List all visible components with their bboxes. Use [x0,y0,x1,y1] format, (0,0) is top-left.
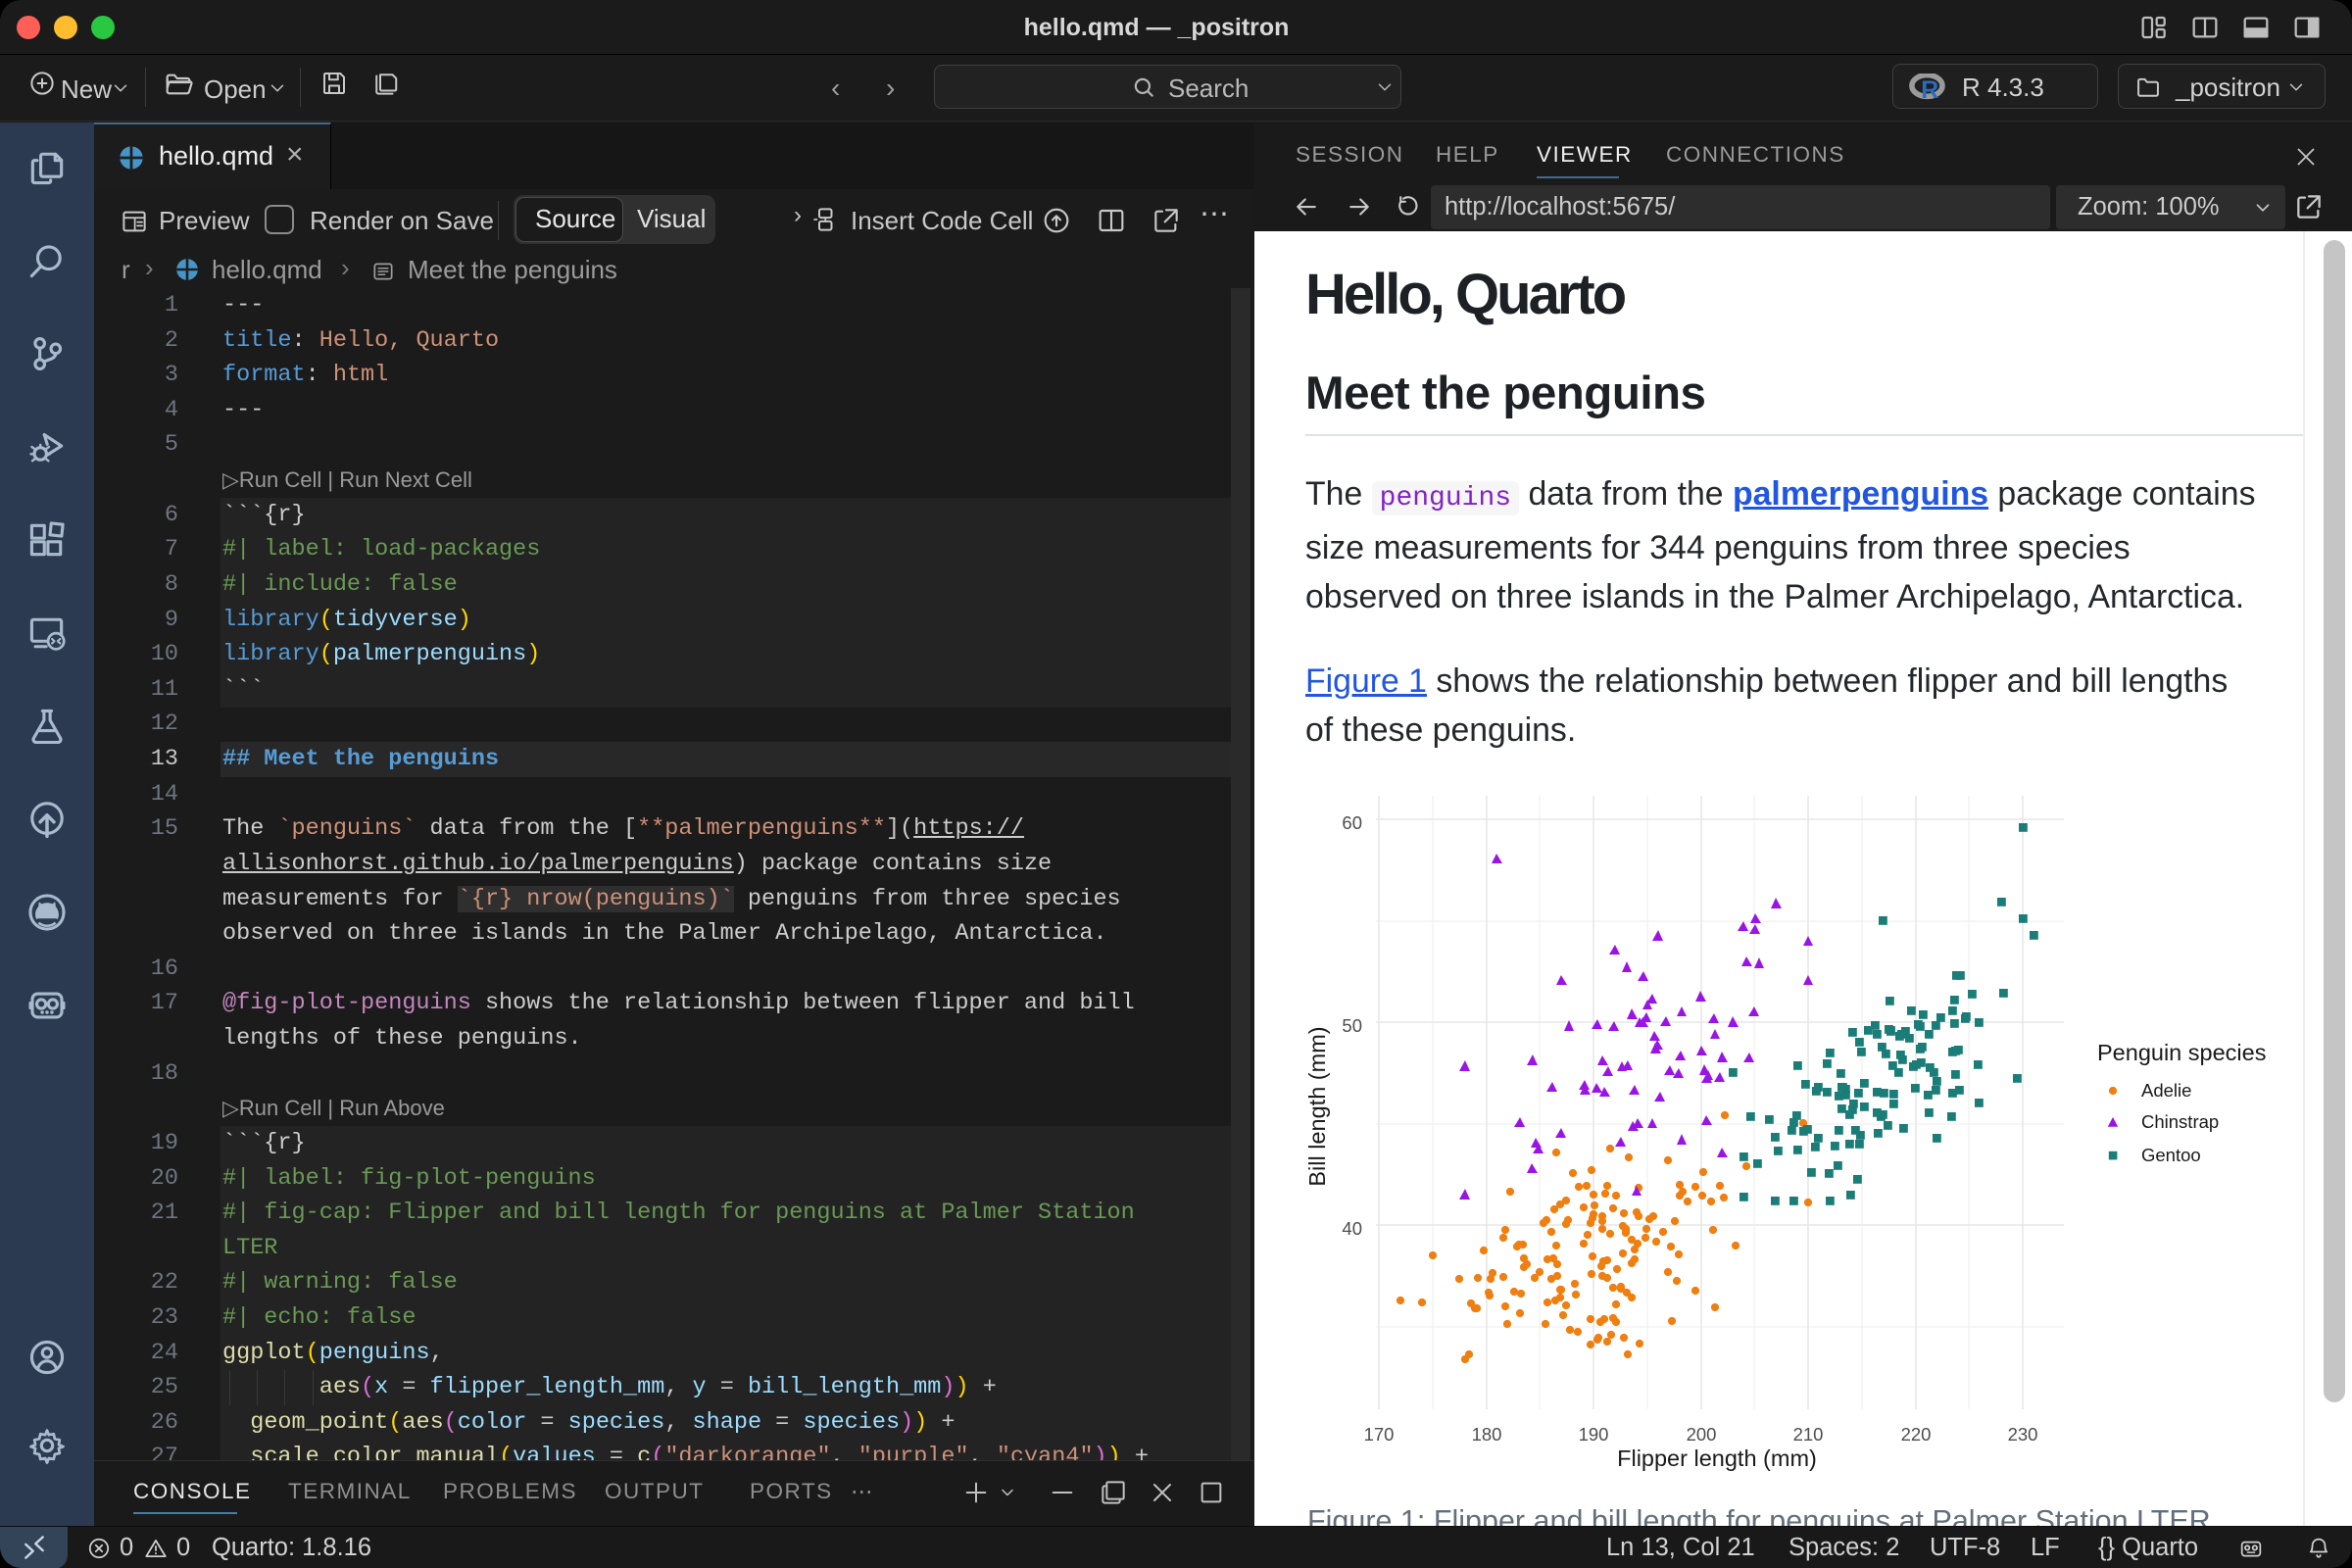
svg-text:Figure 1: Flipper and bill len: Figure 1: Flipper and bill length for pe… [1307,1504,2211,1526]
svg-text:R: R [1921,76,1938,101]
svg-text:60: 60 [1342,812,1362,833]
svg-text:190: 190 [1579,1424,1609,1445]
svg-text:Bill length (mm): Bill length (mm) [1304,1026,1330,1186]
svg-text:180: 180 [1472,1424,1502,1445]
svg-text:210: 210 [1793,1424,1824,1445]
svg-text:230: 230 [2008,1424,2038,1445]
svg-text:Gentoo: Gentoo [2141,1145,2201,1165]
svg-text:40: 40 [1342,1218,1362,1239]
svg-text:50: 50 [1342,1015,1362,1036]
svg-text:220: 220 [1901,1424,1932,1445]
svg-text:Adelie: Adelie [2141,1080,2191,1101]
svg-text:200: 200 [1687,1424,1717,1445]
svg-text:170: 170 [1364,1424,1395,1445]
svg-text:Chinstrap: Chinstrap [2141,1111,2219,1132]
svg-text:Penguin species: Penguin species [2097,1040,2266,1065]
svg-text:Flipper length (mm): Flipper length (mm) [1617,1446,1817,1471]
